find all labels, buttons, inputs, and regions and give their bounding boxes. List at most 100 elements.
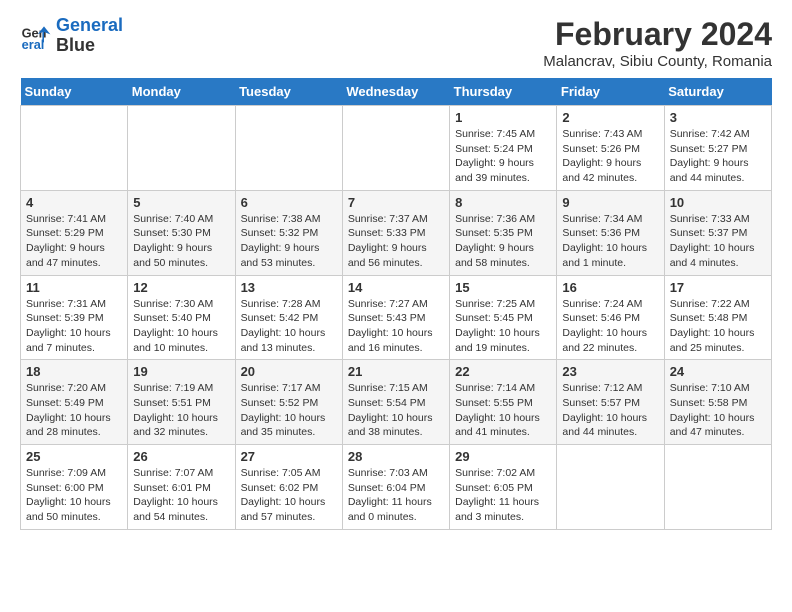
calendar-cell: 1 Sunrise: 7:45 AM Sunset: 5:24 PM Daylig…: [450, 106, 557, 191]
calendar-cell: 7 Sunrise: 7:37 AM Sunset: 5:33 PM Daylig…: [342, 190, 449, 275]
calendar-title: February 2024: [543, 16, 772, 53]
calendar-cell: 6 Sunrise: 7:38 AM Sunset: 5:32 PM Daylig…: [235, 190, 342, 275]
day-info: Sunrise: 7:27 AM Sunset: 5:43 PM Dayligh…: [348, 297, 444, 356]
day-info: Sunrise: 7:12 AM Sunset: 5:57 PM Dayligh…: [562, 381, 658, 440]
day-info: Sunrise: 7:42 AM Sunset: 5:27 PM Dayligh…: [670, 127, 766, 186]
day-info: Sunrise: 7:37 AM Sunset: 5:33 PM Dayligh…: [348, 212, 444, 271]
day-info: Sunrise: 7:03 AM Sunset: 6:04 PM Dayligh…: [348, 466, 444, 525]
calendar-cell: 14 Sunrise: 7:27 AM Sunset: 5:43 PM Dayli…: [342, 275, 449, 360]
calendar-cell: [557, 445, 664, 530]
day-number: 12: [133, 280, 229, 295]
day-number: 21: [348, 364, 444, 379]
day-number: 27: [241, 449, 337, 464]
weekday-header-wednesday: Wednesday: [342, 78, 449, 106]
svg-text:eral: eral: [22, 37, 45, 52]
calendar-cell: 8 Sunrise: 7:36 AM Sunset: 5:35 PM Daylig…: [450, 190, 557, 275]
day-number: 20: [241, 364, 337, 379]
calendar-week-row: 1 Sunrise: 7:45 AM Sunset: 5:24 PM Daylig…: [21, 106, 772, 191]
calendar-week-row: 18 Sunrise: 7:20 AM Sunset: 5:49 PM Dayli…: [21, 360, 772, 445]
calendar-cell: 26 Sunrise: 7:07 AM Sunset: 6:01 PM Dayli…: [128, 445, 235, 530]
day-number: 15: [455, 280, 551, 295]
calendar-cell: [664, 445, 771, 530]
calendar-cell: 10Sunrise: 7:33 AM Sunset: 5:37 PM Dayli…: [664, 190, 771, 275]
calendar-cell: 16Sunrise: 7:24 AM Sunset: 5:46 PM Dayli…: [557, 275, 664, 360]
calendar-cell: 23 Sunrise: 7:12 AM Sunset: 5:57 PM Dayli…: [557, 360, 664, 445]
calendar-subtitle: Malancrav, Sibiu County, Romania: [543, 53, 772, 70]
day-number: 14: [348, 280, 444, 295]
day-info: Sunrise: 7:41 AM Sunset: 5:29 PM Dayligh…: [26, 212, 122, 271]
day-info: Sunrise: 7:43 AM Sunset: 5:26 PM Dayligh…: [562, 127, 658, 186]
calendar-cell: 12 Sunrise: 7:30 AM Sunset: 5:40 PM Dayli…: [128, 275, 235, 360]
title-block: February 2024 Malancrav, Sibiu County, R…: [543, 16, 772, 70]
day-info: Sunrise: 7:17 AM Sunset: 5:52 PM Dayligh…: [241, 381, 337, 440]
day-number: 18: [26, 364, 122, 379]
calendar-cell: 19 Sunrise: 7:19 AM Sunset: 5:51 PM Dayli…: [128, 360, 235, 445]
day-info: Sunrise: 7:36 AM Sunset: 5:35 PM Dayligh…: [455, 212, 551, 271]
day-info: Sunrise: 7:05 AM Sunset: 6:02 PM Dayligh…: [241, 466, 337, 525]
day-number: 11: [26, 280, 122, 295]
calendar-cell: 29Sunrise: 7:02 AM Sunset: 6:05 PM Dayli…: [450, 445, 557, 530]
day-number: 24: [670, 364, 766, 379]
day-number: 23: [562, 364, 658, 379]
logo: Gen eral GeneralBlue: [20, 16, 123, 56]
day-info: Sunrise: 7:34 AM Sunset: 5:36 PM Dayligh…: [562, 212, 658, 271]
day-info: Sunrise: 7:02 AM Sunset: 6:05 PM Dayligh…: [455, 466, 551, 525]
day-info: Sunrise: 7:15 AM Sunset: 5:54 PM Dayligh…: [348, 381, 444, 440]
day-info: Sunrise: 7:19 AM Sunset: 5:51 PM Dayligh…: [133, 381, 229, 440]
day-number: 26: [133, 449, 229, 464]
day-info: Sunrise: 7:07 AM Sunset: 6:01 PM Dayligh…: [133, 466, 229, 525]
day-info: Sunrise: 7:25 AM Sunset: 5:45 PM Dayligh…: [455, 297, 551, 356]
calendar-cell: 22 Sunrise: 7:14 AM Sunset: 5:55 PM Dayli…: [450, 360, 557, 445]
weekday-header-sunday: Sunday: [21, 78, 128, 106]
day-number: 5: [133, 195, 229, 210]
day-number: 9: [562, 195, 658, 210]
calendar-cell: 15 Sunrise: 7:25 AM Sunset: 5:45 PM Dayli…: [450, 275, 557, 360]
calendar-cell: 17 Sunrise: 7:22 AM Sunset: 5:48 PM Dayli…: [664, 275, 771, 360]
weekday-header-saturday: Saturday: [664, 78, 771, 106]
day-number: 17: [670, 280, 766, 295]
day-number: 4: [26, 195, 122, 210]
weekday-header-tuesday: Tuesday: [235, 78, 342, 106]
calendar-cell: 4 Sunrise: 7:41 AM Sunset: 5:29 PM Daylig…: [21, 190, 128, 275]
calendar-week-row: 4 Sunrise: 7:41 AM Sunset: 5:29 PM Daylig…: [21, 190, 772, 275]
day-number: 19: [133, 364, 229, 379]
weekday-header-row: SundayMondayTuesdayWednesdayThursdayFrid…: [21, 78, 772, 106]
day-info: Sunrise: 7:45 AM Sunset: 5:24 PM Dayligh…: [455, 127, 551, 186]
calendar-cell: 13 Sunrise: 7:28 AM Sunset: 5:42 PM Dayli…: [235, 275, 342, 360]
calendar-cell: [128, 106, 235, 191]
logo-name: GeneralBlue: [56, 16, 123, 56]
day-info: Sunrise: 7:20 AM Sunset: 5:49 PM Dayligh…: [26, 381, 122, 440]
day-number: 28: [348, 449, 444, 464]
weekday-header-friday: Friday: [557, 78, 664, 106]
calendar-cell: 9 Sunrise: 7:34 AM Sunset: 5:36 PM Daylig…: [557, 190, 664, 275]
day-info: Sunrise: 7:09 AM Sunset: 6:00 PM Dayligh…: [26, 466, 122, 525]
day-number: 25: [26, 449, 122, 464]
day-number: 3: [670, 110, 766, 125]
weekday-header-thursday: Thursday: [450, 78, 557, 106]
day-number: 1: [455, 110, 551, 125]
day-number: 13: [241, 280, 337, 295]
day-info: Sunrise: 7:30 AM Sunset: 5:40 PM Dayligh…: [133, 297, 229, 356]
calendar-cell: 27 Sunrise: 7:05 AM Sunset: 6:02 PM Dayli…: [235, 445, 342, 530]
day-info: Sunrise: 7:40 AM Sunset: 5:30 PM Dayligh…: [133, 212, 229, 271]
day-info: Sunrise: 7:14 AM Sunset: 5:55 PM Dayligh…: [455, 381, 551, 440]
logo-icon: Gen eral: [20, 20, 52, 52]
calendar-cell: 20 Sunrise: 7:17 AM Sunset: 5:52 PM Dayli…: [235, 360, 342, 445]
calendar-cell: 18 Sunrise: 7:20 AM Sunset: 5:49 PM Dayli…: [21, 360, 128, 445]
day-number: 6: [241, 195, 337, 210]
calendar-cell: [342, 106, 449, 191]
weekday-header-monday: Monday: [128, 78, 235, 106]
day-number: 22: [455, 364, 551, 379]
calendar-cell: [21, 106, 128, 191]
calendar-week-row: 11Sunrise: 7:31 AM Sunset: 5:39 PM Dayli…: [21, 275, 772, 360]
calendar-week-row: 25 Sunrise: 7:09 AM Sunset: 6:00 PM Dayli…: [21, 445, 772, 530]
day-number: 7: [348, 195, 444, 210]
day-number: 10: [670, 195, 766, 210]
calendar-cell: [235, 106, 342, 191]
day-info: Sunrise: 7:28 AM Sunset: 5:42 PM Dayligh…: [241, 297, 337, 356]
day-info: Sunrise: 7:38 AM Sunset: 5:32 PM Dayligh…: [241, 212, 337, 271]
day-number: 8: [455, 195, 551, 210]
day-info: Sunrise: 7:22 AM Sunset: 5:48 PM Dayligh…: [670, 297, 766, 356]
calendar-cell: 24 Sunrise: 7:10 AM Sunset: 5:58 PM Dayli…: [664, 360, 771, 445]
day-info: Sunrise: 7:10 AM Sunset: 5:58 PM Dayligh…: [670, 381, 766, 440]
